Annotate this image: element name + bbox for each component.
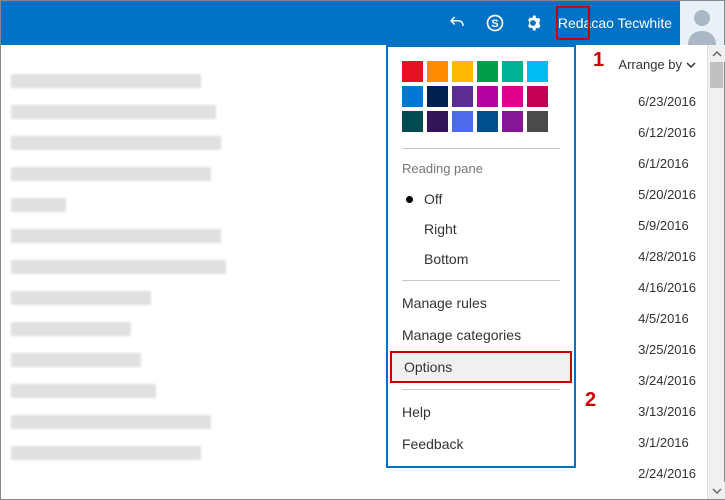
scroll-down-button[interactable]: [708, 482, 725, 499]
skype-icon[interactable]: S: [476, 1, 514, 45]
scroll-up-button[interactable]: [708, 45, 725, 62]
manage-rules-link[interactable]: Manage rules: [388, 287, 574, 319]
theme-color-8[interactable]: [452, 86, 473, 107]
message-date: 4/5/2016: [638, 303, 696, 334]
message-subject-redacted: [11, 384, 156, 398]
message-subject-redacted: [11, 353, 141, 367]
theme-color-5[interactable]: [527, 61, 548, 82]
message-subject-redacted: [11, 74, 201, 88]
chevron-down-icon: [686, 60, 696, 70]
divider: [402, 280, 560, 281]
avatar-icon: [684, 5, 720, 45]
reading-pane-right[interactable]: Right: [388, 214, 574, 244]
message-date: 3/24/2016: [638, 365, 696, 396]
svg-text:S: S: [491, 18, 498, 30]
divider: [402, 389, 560, 390]
theme-color-6[interactable]: [402, 86, 423, 107]
account-username[interactable]: Redacao Tecwhite: [552, 15, 680, 31]
message-date: 3/13/2016: [638, 396, 696, 427]
message-date: 3/25/2016: [638, 334, 696, 365]
reading-pane-off[interactable]: Off: [388, 184, 574, 214]
message-subject-redacted: [11, 291, 151, 305]
vertical-scrollbar[interactable]: [707, 45, 724, 499]
theme-color-16[interactable]: [502, 111, 523, 132]
theme-color-17[interactable]: [527, 111, 548, 132]
theme-color-3[interactable]: [477, 61, 498, 82]
theme-color-15[interactable]: [477, 111, 498, 132]
theme-color-11[interactable]: [527, 86, 548, 107]
message-subject-redacted: [11, 446, 201, 460]
message-date: 5/9/2016: [638, 210, 696, 241]
message-subject-redacted: [11, 322, 131, 336]
message-date: 5/20/2016: [638, 179, 696, 210]
message-subject-redacted: [11, 415, 211, 429]
theme-color-12[interactable]: [402, 111, 423, 132]
undo-icon[interactable]: [438, 1, 476, 45]
feedback-link[interactable]: Feedback: [388, 428, 574, 460]
message-subject-redacted: [11, 136, 221, 150]
message-date: 6/1/2016: [638, 148, 696, 179]
manage-categories-link[interactable]: Manage categories: [388, 319, 574, 351]
theme-color-0[interactable]: [402, 61, 423, 82]
content-area: Arrange by 6/23/20166/12/20166/1/20165/2…: [1, 45, 724, 499]
settings-dropdown: Reading pane Off Right Bottom Manage rul…: [386, 45, 576, 468]
message-subject-redacted: [11, 229, 221, 243]
arrange-by-button[interactable]: Arrange by: [618, 57, 696, 72]
app-header: S Redacao Tecwhite: [1, 1, 724, 45]
message-date: 4/16/2016: [638, 272, 696, 303]
theme-color-13[interactable]: [427, 111, 448, 132]
reading-pane-title: Reading pane: [388, 155, 574, 184]
scroll-thumb[interactable]: [710, 62, 723, 88]
gear-icon: [523, 13, 543, 33]
theme-color-14[interactable]: [452, 111, 473, 132]
message-subject-redacted: [11, 198, 66, 212]
message-subject-redacted: [11, 260, 226, 274]
help-link[interactable]: Help: [388, 396, 574, 428]
theme-color-10[interactable]: [502, 86, 523, 107]
theme-color-2[interactable]: [452, 61, 473, 82]
theme-color-4[interactable]: [502, 61, 523, 82]
message-date: 4/28/2016: [638, 241, 696, 272]
right-column: Arrange by 6/23/20166/12/20166/1/20165/2…: [604, 45, 724, 499]
reading-pane-bottom[interactable]: Bottom: [388, 244, 574, 274]
arrange-by-label: Arrange by: [618, 57, 682, 72]
theme-color-1[interactable]: [427, 61, 448, 82]
annotation-label-2: 2: [585, 389, 596, 412]
theme-color-grid: [388, 61, 574, 142]
divider: [402, 148, 560, 149]
message-subject-redacted: [11, 167, 211, 181]
theme-color-9[interactable]: [477, 86, 498, 107]
avatar[interactable]: [680, 1, 724, 45]
message-date: 2/24/2016: [638, 458, 696, 489]
dates-container: 6/23/20166/12/20166/1/20165/20/20165/9/2…: [638, 86, 696, 489]
message-date: 6/23/2016: [638, 86, 696, 117]
options-link[interactable]: Options: [390, 351, 572, 383]
settings-gear-button[interactable]: [514, 1, 552, 45]
message-subject-redacted: [11, 105, 216, 119]
theme-color-7[interactable]: [427, 86, 448, 107]
message-date: 3/1/2016: [638, 427, 696, 458]
message-date: 6/12/2016: [638, 117, 696, 148]
